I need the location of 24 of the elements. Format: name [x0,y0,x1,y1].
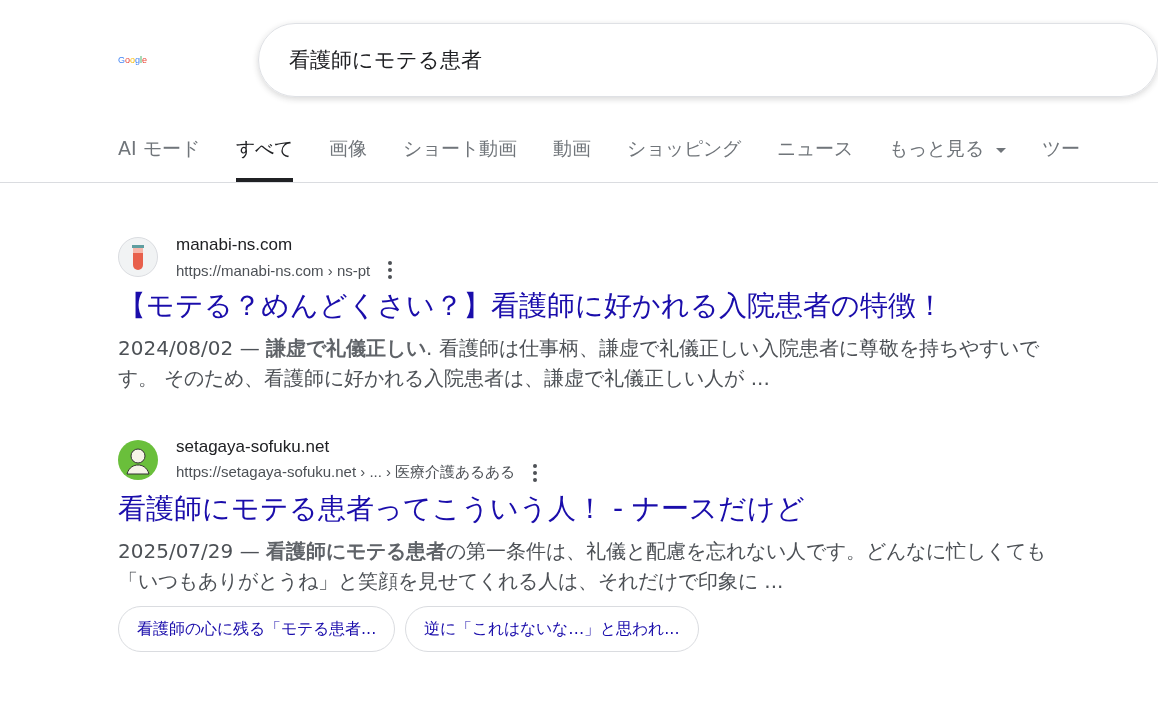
sitelink-chip[interactable]: 逆に「これはないな…」と思われ... [405,606,699,652]
search-tab[interactable]: もっと見る [888,130,1006,182]
site-name: setagaya-sofuku.net [176,437,331,457]
site-name: manabi-ns.com [176,235,294,255]
search-tab[interactable]: ニュース [776,130,853,182]
result-url: https://manabi-ns.com › ns-pt [176,261,371,279]
result-snippet: 2025/07/29 — 看護師にモテる患者の第一条件は、礼儀と配慮を忘れない人です。どんなに忙しくても「いつもありがとうね」と笑顔を見せてくれる人は、それだけで印象に ... [118,538,1047,595]
search-tab[interactable]: ツー [1041,130,1080,182]
person-avatar-icon [118,439,158,480]
more-options-icon[interactable] [533,463,538,482]
more-options-icon[interactable] [388,261,393,279]
search-tab[interactable]: ショート動画 [402,130,517,182]
search-tab[interactable]: AI モード [118,130,200,182]
result-url: https://setagaya-sofuku.net › ... › 医療介護あるある [176,463,516,482]
search-tab[interactable]: ショッピング [626,130,741,182]
google-logo[interactable]: Google [118,55,258,65]
search-tab[interactable]: すべて [235,130,293,182]
search-tab[interactable]: 動画 [552,130,591,182]
result-snippet: 2024/08/02 — 謙虚で礼儀正しい. 看護師は仕事柄、謙虚で礼儀正しい入院患者に尊敬を持ちやすいです。 そのため、看護師に好かれる入院患者は、謙虚で礼儀正しい人が ... [118,335,1040,392]
test-tube-icon [118,237,158,277]
sitelink-chip[interactable]: 看護師の心に残る「モテる患者... [118,606,396,652]
result-title-link[interactable]: 看護師にモテる患者ってこういう人！ - ナースだけど [118,490,1158,528]
search-tab[interactable]: 画像 [328,130,367,182]
result-title-link[interactable]: 【モテる？めんどくさい？】看護師に好かれる入院患者の特徴！ [118,287,1158,325]
